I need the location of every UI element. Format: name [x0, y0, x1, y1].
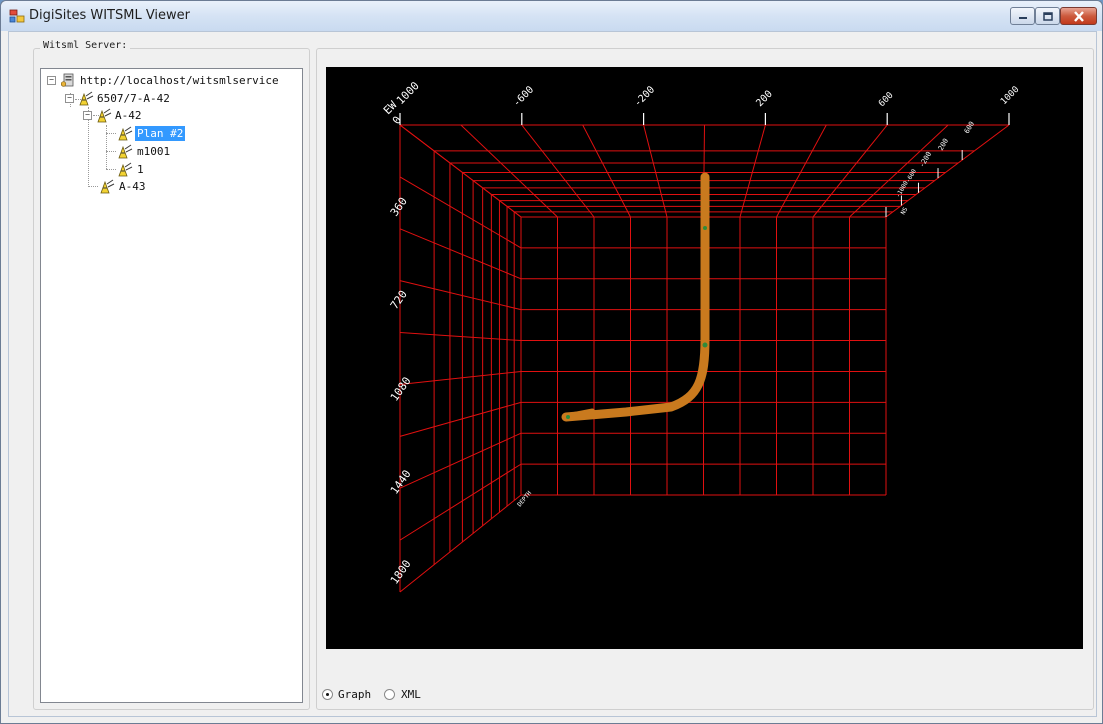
- ns-tick-label: -600: [905, 168, 918, 184]
- ns-tick-label: 200: [937, 137, 950, 152]
- graph-radio[interactable]: [322, 689, 333, 700]
- ew-tick-label: 200: [754, 89, 775, 110]
- well-icon: [79, 91, 94, 106]
- grid-line: [399, 280, 522, 311]
- depth-tick-label: 720: [388, 288, 410, 312]
- depth-tick-label: 360: [388, 195, 410, 219]
- tree-connector: [106, 133, 116, 134]
- well-trajectory-path: [561, 172, 710, 422]
- collapse-icon[interactable]: −: [83, 111, 92, 120]
- plot-svg: EW 1000 -600 -200 200 600 1000 0 360 720…: [381, 79, 1021, 593]
- grid-line: [399, 332, 522, 342]
- tree-node-label: A-43: [119, 180, 146, 193]
- trajectory-icon: [118, 126, 133, 141]
- grid-line: [582, 124, 631, 218]
- tree-connector: [106, 125, 107, 169]
- witsml-tree-view[interactable]: − http://localhost/witsmlservice − 6507/…: [40, 68, 303, 703]
- well-trajectory-tail: [562, 408, 596, 421]
- collapse-icon[interactable]: −: [47, 76, 56, 85]
- wellbore-icon: [97, 108, 112, 123]
- close-button[interactable]: [1060, 7, 1097, 25]
- maximize-icon: [1042, 11, 1053, 21]
- grid-line: [776, 124, 827, 218]
- server-icon: [61, 73, 74, 87]
- ew-tick-label: -600: [511, 84, 536, 109]
- grid-line: [643, 124, 668, 218]
- witsml-server-label: Witsml Server:: [40, 40, 131, 51]
- app-icon: [9, 9, 25, 23]
- trajectory-icon: [118, 144, 133, 159]
- graph-radio-label[interactable]: Graph: [338, 688, 371, 701]
- selected-dot: [326, 693, 329, 696]
- ns-tick-label: -200: [918, 150, 933, 169]
- ew-tick-label: 1000: [394, 79, 422, 107]
- depth-tick-label: 1800: [388, 558, 414, 587]
- tree-node-label: http://localhost/witsmlservice: [80, 74, 279, 87]
- grid-line: [399, 463, 522, 541]
- tree-node-label: 6507/7-A-42: [97, 92, 170, 105]
- grid-line: [460, 124, 558, 218]
- window-title: DigiSites WITSML Viewer: [29, 8, 191, 23]
- grid-line: [399, 370, 522, 385]
- ew-tick-label: -200: [632, 84, 657, 109]
- grid-line: [399, 124, 522, 218]
- depth-axis-title: DEPTH: [516, 490, 533, 509]
- ns-tick-label: 600: [963, 120, 976, 135]
- tree-connector: [88, 186, 98, 187]
- trajectory-icon: [118, 162, 133, 177]
- grid-line: [399, 401, 522, 437]
- grid-line: [399, 494, 522, 593]
- xml-radio[interactable]: [384, 689, 395, 700]
- ns-axis-title: NS: [900, 206, 910, 216]
- grid-line: [399, 228, 522, 280]
- close-icon: [1073, 10, 1084, 22]
- grid-line: [885, 124, 1010, 218]
- grid-line: [849, 124, 949, 218]
- tree-node-label: Plan #2: [135, 126, 186, 141]
- collapse-icon[interactable]: −: [65, 94, 74, 103]
- tree-node-label: A-42: [115, 109, 142, 122]
- depth-tick-label: 1440: [388, 468, 414, 497]
- wellbore-icon: [100, 179, 115, 194]
- ns-tick-label: -1000: [895, 180, 910, 199]
- maximize-button[interactable]: [1035, 7, 1060, 25]
- tree-node-label: m1001: [137, 145, 171, 158]
- depth-tick-label: 1080: [388, 375, 414, 404]
- trajectory-3d-plot[interactable]: EW 1000 -600 -200 200 600 1000 0 360 720…: [326, 67, 1083, 649]
- minimize-button[interactable]: [1010, 7, 1035, 25]
- grid-line: [399, 432, 522, 489]
- grid-line: [521, 124, 595, 218]
- ew-tick-label: 1000: [999, 85, 1021, 107]
- survey-marker: [566, 415, 570, 419]
- survey-marker: [703, 226, 707, 230]
- minimize-icon: [1018, 17, 1027, 19]
- tree-connector: [106, 169, 116, 170]
- xml-radio-label[interactable]: XML: [401, 688, 421, 701]
- survey-marker: [702, 342, 708, 348]
- grid-line: [739, 124, 766, 218]
- grid-line: [812, 124, 888, 218]
- tree-node-label: 1: [137, 163, 144, 176]
- tree-connector: [106, 151, 116, 152]
- title-bar[interactable]: DigiSites WITSML Viewer: [1, 1, 1102, 31]
- ew-tick-label: 600: [877, 91, 896, 110]
